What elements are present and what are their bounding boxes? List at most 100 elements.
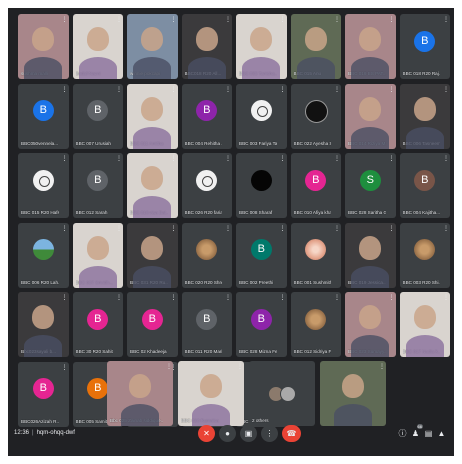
tile-more-icon[interactable]: ⋮: [334, 295, 340, 301]
participant-avatar: B: [414, 169, 436, 191]
tile-more-icon[interactable]: ⋮: [116, 87, 122, 93]
participant-tile[interactable]: ⋮ BBC 007 Srividh...: [72, 222, 123, 288]
tile-more-icon[interactable]: ⋮: [280, 17, 286, 23]
tile-more-icon[interactable]: ⋮: [62, 156, 68, 162]
present-icon[interactable]: ▣: [240, 425, 257, 442]
participant-tile[interactable]: ⋮ BBC 012 Sidriya F...: [290, 292, 341, 357]
tile-more-icon[interactable]: ⋮: [62, 295, 68, 301]
mic-off-icon[interactable]: ✕: [198, 425, 215, 442]
tile-more-icon[interactable]: ⋮: [171, 156, 177, 162]
participant-tile[interactable]: ⋮ BBC 011 Amitha: [127, 83, 178, 149]
participant-tile[interactable]: ⋮ BBC 003 Fariya Ta...: [236, 83, 287, 149]
tile-more-icon[interactable]: ⋮: [389, 295, 395, 301]
tile-more-icon[interactable]: ⋮: [280, 156, 286, 162]
participant-tile[interactable]: B ⋮ BBC050vennela...: [18, 83, 69, 149]
participant-photo: [250, 169, 272, 191]
participant-tile[interactable]: B ⋮ BBC 004 Kajitha...: [399, 153, 450, 218]
tile-more-icon[interactable]: ⋮: [171, 295, 177, 301]
participant-tile[interactable]: ⋮ BBC018 R20 All...: [181, 14, 232, 79]
camera-icon[interactable]: ●: [219, 425, 236, 442]
tile-more-icon[interactable]: ⋮: [237, 364, 243, 370]
participant-avatar: B: [87, 378, 109, 400]
participant-tile[interactable]: ⋮ BBC 014 Riziya M...: [345, 83, 396, 149]
participant-tile[interactable]: ⋮ Sadaf Nazni: [72, 14, 123, 79]
tile-more-icon[interactable]: ⋮: [116, 295, 122, 301]
tile-more-icon[interactable]: ⋮: [443, 295, 449, 301]
tile-more-icon[interactable]: ⋮: [116, 17, 122, 23]
participant-tile[interactable]: ⋮ BBC 026 R20 faria...: [181, 153, 232, 218]
tile-more-icon[interactable]: ⋮: [166, 364, 172, 370]
participant-tile[interactable]: ⋮ BBC 006 Tasneem...: [399, 83, 450, 149]
tile-more-icon[interactable]: ⋮: [443, 156, 449, 162]
participant-tile[interactable]: S ⋮ BBC 028 Saritha G...: [345, 153, 396, 218]
tile-more-icon[interactable]: ⋮: [171, 226, 177, 232]
tile-more-icon[interactable]: ⋮: [443, 17, 449, 23]
tile-more-icon[interactable]: ⋮: [334, 156, 340, 162]
tile-more-icon[interactable]: ⋮: [280, 87, 286, 93]
activities-icon[interactable]: ▲: [437, 429, 446, 438]
tile-more-icon[interactable]: ⋮: [62, 226, 68, 232]
tile-more-icon[interactable]: ⋮: [443, 87, 449, 93]
tile-more-icon[interactable]: ⋮: [280, 295, 286, 301]
tile-more-icon[interactable]: ⋮: [389, 156, 395, 162]
chat-icon[interactable]: ▤: [424, 429, 433, 438]
participant-tile[interactable]: ⋮ BBC 015 Anu: [290, 14, 341, 79]
participant-tile[interactable]: B ⋮ BBC 004 Rehitha ...: [181, 83, 232, 149]
participant-tile[interactable]: ⋮ BBC 022 Ayesha S...: [290, 83, 341, 149]
participant-tile[interactable]: ⋮ BBC 003 R20 Shi...: [399, 222, 450, 288]
participant-tile[interactable]: ⋮ Bbc023sayali b...: [18, 292, 69, 357]
participant-tile[interactable]: ⋮ BBC 020 R20 Shre...: [181, 222, 232, 288]
tile-more-icon[interactable]: ⋮: [225, 87, 231, 93]
tile-more-icon[interactable]: ⋮: [379, 364, 385, 370]
tile-more-icon[interactable]: ⋮: [62, 365, 68, 371]
end-call-icon[interactable]: ☎: [282, 425, 301, 442]
participant-tile[interactable]: B ⋮ BBC 30 R20 Sahiti...: [72, 292, 123, 357]
tile-more-icon[interactable]: ⋮: [116, 226, 122, 232]
participant-tile[interactable]: ⋮ BBC 019 Jessica...: [345, 222, 396, 288]
participant-tile[interactable]: B ⋮ BBC 018 R20 Raj...: [399, 14, 450, 79]
tile-more-icon[interactable]: ⋮: [280, 226, 286, 232]
tile-more-icon[interactable]: ⋮: [389, 87, 395, 93]
participant-tile[interactable]: ⋮ BBC 015 R20 Hafs...: [18, 153, 69, 218]
tile-more-icon[interactable]: ⋮: [334, 17, 340, 23]
participant-tile[interactable]: ⋮ BBC 016 viya Bat...: [127, 153, 178, 218]
participant-tile[interactable]: ⋮ winnie pokcapi: [127, 14, 178, 79]
tile-more-icon[interactable]: ⋮: [62, 87, 68, 93]
participant-tile[interactable]: ⋮ BBC 023 Sumayy...: [345, 292, 396, 357]
tile-more-icon[interactable]: ⋮: [225, 295, 231, 301]
tile-more-icon[interactable]: ⋮: [116, 156, 122, 162]
info-icon[interactable]: ⓘ: [398, 429, 407, 438]
tile-more-icon[interactable]: ⋮: [225, 156, 231, 162]
more-vert-icon[interactable]: ⋮: [261, 425, 278, 442]
tile-more-icon[interactable]: ⋮: [389, 17, 395, 23]
participant-tile[interactable]: B ⋮ BBC 028 Mizna Fe...: [236, 292, 287, 357]
participant-name: BBC 017 Nadia k...: [402, 349, 441, 354]
participant-tile[interactable]: ⋮ sushma malli: [18, 14, 69, 79]
participant-tile[interactable]: B ⋮ BBC 02 Khadeeja: [127, 292, 178, 357]
participant-tile[interactable]: B ⋮ BBC 007 Urusiah: [72, 83, 123, 149]
participant-tile[interactable]: B ⋮ BBC 012 Sarah: [72, 153, 123, 218]
tile-more-icon[interactable]: ⋮: [62, 17, 68, 23]
tile-more-icon[interactable]: ⋮: [389, 226, 395, 232]
tile-more-icon[interactable]: ⋮: [225, 226, 231, 232]
participant-tile[interactable]: ⋮ BBC 016 ES PAT...: [345, 14, 396, 79]
participant-tile[interactable]: ⋮ BBC 001 Sushmith...: [290, 222, 341, 288]
participant-tile[interactable]: B ⋮ BBC 002 Preethi: [236, 222, 287, 288]
participant-tile[interactable]: ⋮ BBC 031 R20 Ru...: [127, 222, 178, 288]
participant-tile[interactable]: ⋮ BBC 017 Nadia k...: [399, 292, 450, 357]
tile-more-icon[interactable]: ⋮: [334, 87, 340, 93]
participant-tile[interactable]: B ⋮ BBC 011 R20 Maria...: [181, 292, 232, 357]
participant-name: BBC 002 Preethi: [239, 279, 274, 285]
tile-more-icon[interactable]: ⋮: [225, 17, 231, 23]
participant-name: BBC 012 Sarah: [75, 210, 108, 215]
participant-tile[interactable]: ⋮ BBC 008 Sharaf: [236, 153, 287, 218]
participant-tile[interactable]: ⋮ BBC 006 R20 Lah...: [18, 222, 69, 288]
tile-more-icon[interactable]: ⋮: [334, 226, 340, 232]
tile-more-icon[interactable]: ⋮: [171, 87, 177, 93]
participant-tile[interactable]: B ⋮ BBC 010 Afiya kha...: [290, 153, 341, 218]
tile-more-icon[interactable]: ⋮: [171, 17, 177, 23]
participant-name: BBC 015 R20 Hafs...: [21, 210, 59, 215]
participant-tile[interactable]: ⋮ BBC 035 Tanisha...: [236, 14, 287, 79]
people-icon[interactable]: ♟ 66: [411, 424, 423, 438]
tile-more-icon[interactable]: ⋮: [443, 226, 449, 232]
